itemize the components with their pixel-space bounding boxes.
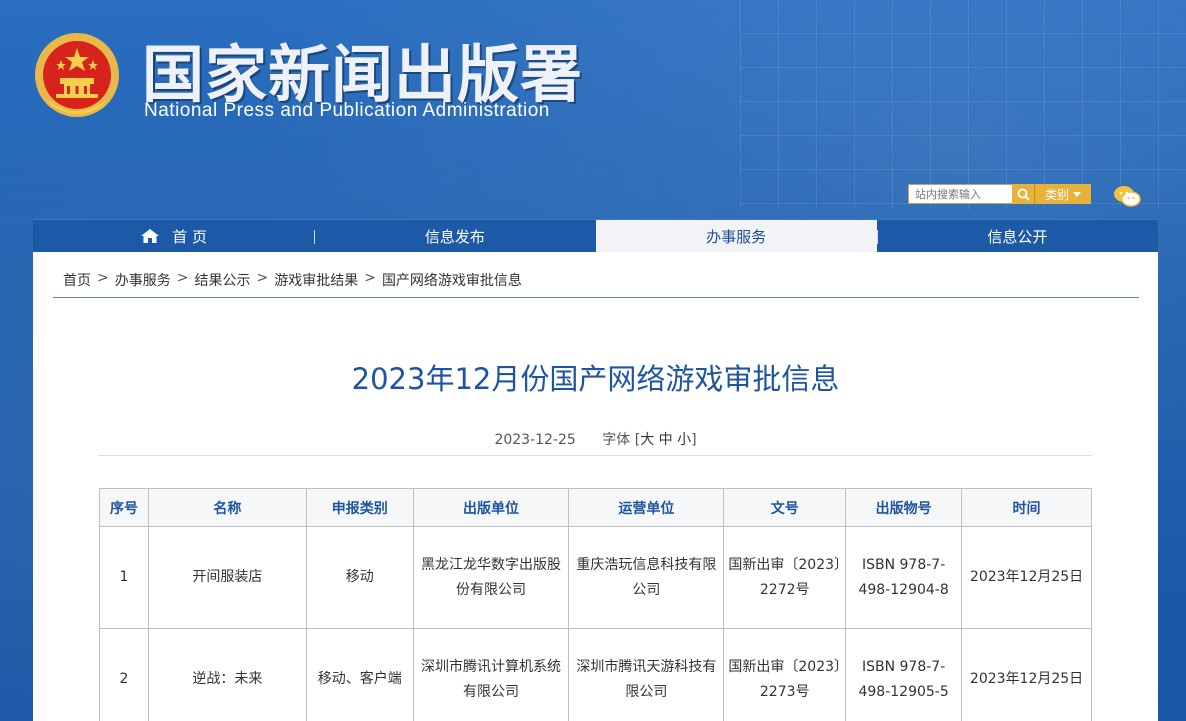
caret-down-icon	[1073, 191, 1081, 197]
column-header: 文号	[723, 488, 847, 527]
category-dropdown[interactable]: 类别	[1034, 184, 1091, 204]
table-cell: ISBN 978-7-498-12905-5	[845, 628, 963, 721]
search-input[interactable]	[908, 184, 1012, 204]
table-cell: 逆战：未来	[147, 628, 307, 721]
column-header: 申报类别	[305, 488, 414, 527]
nav-home-label: 首 页	[172, 227, 208, 246]
font-size-medium[interactable]: 中	[659, 432, 673, 448]
font-size-bracket: ]	[691, 432, 697, 448]
breadcrumb-game-approval[interactable]: 游戏审批结果	[274, 270, 358, 290]
table-cell: 1	[99, 526, 149, 629]
table-header-row: 序号 名称 申报类别 出版单位 运营单位 文号 出版物号 时间	[99, 488, 1092, 527]
category-label: 类别	[1044, 187, 1069, 202]
column-header: 运营单位	[568, 488, 725, 527]
approval-table: 序号 名称 申报类别 出版单位 运营单位 文号 出版物号 时间 1 开间服装店 …	[99, 488, 1092, 721]
table-cell: 2	[99, 628, 149, 721]
table-cell: 2023年12月25日	[961, 628, 1092, 721]
breadcrumb-separator: >	[256, 270, 269, 286]
site-subtitle: National Press and Publication Administr…	[144, 100, 550, 121]
font-size-label: 字体 [	[602, 432, 641, 448]
wechat-icon[interactable]	[1112, 184, 1142, 208]
main-content: 首页 > 办事服务 > 结果公示 > 游戏审批结果 > 国产网络游戏审批信息 2…	[33, 252, 1158, 721]
nav-home[interactable]: 首 页	[33, 220, 314, 252]
table-cell: 重庆浩玩信息科技有限公司	[568, 526, 725, 629]
breadcrumb-results[interactable]: 结果公示	[194, 270, 250, 290]
column-header: 出版单位	[412, 488, 570, 527]
table-cell: 国新出审〔2023〕2272号	[723, 526, 847, 629]
article-title: 2023年12月份国产网络游戏审批信息	[351, 362, 840, 396]
nav-info-release[interactable]: 信息发布	[314, 220, 595, 252]
nav-info-release-label: 信息发布	[424, 227, 485, 246]
site-search: 类别	[908, 184, 1091, 204]
table-cell: 移动、客户端	[305, 628, 414, 721]
nav-info-disclosure[interactable]: 信息公开	[876, 220, 1158, 252]
table-cell: 2023年12月25日	[961, 526, 1092, 629]
breadcrumb-home[interactable]: 首页	[63, 270, 91, 290]
breadcrumb-separator: >	[364, 270, 376, 286]
table-cell: 国新出审〔2023〕2273号	[723, 628, 847, 721]
table-cell: 移动	[305, 526, 414, 629]
breadcrumb-current[interactable]: 国产网络游戏审批信息	[382, 270, 522, 290]
column-header: 名称	[147, 488, 307, 527]
site-header: 国家新闻出版署 National Press and Publication A…	[0, 0, 1186, 220]
meta-divider	[99, 455, 1092, 456]
breadcrumb-divider	[53, 297, 1139, 298]
breadcrumb: 首页 > 办事服务 > 结果公示 > 游戏审批结果 > 国产网络游戏审批信息	[63, 270, 522, 290]
table-row: 1 开间服装店 移动 黑龙江龙华数字出版股份有限公司 重庆浩玩信息科技有限公司 …	[99, 526, 1092, 629]
breadcrumb-separator: >	[176, 270, 189, 286]
table-cell: 开间服装店	[147, 526, 307, 629]
breadcrumb-separator: >	[97, 270, 109, 286]
nav-services[interactable]: 办事服务	[595, 220, 877, 252]
national-emblem-icon[interactable]	[34, 30, 120, 120]
column-header: 出版物号	[845, 488, 963, 527]
search-button[interactable]	[1012, 184, 1034, 204]
home-icon	[141, 229, 160, 243]
font-size-large[interactable]: 大	[640, 432, 654, 448]
column-header: 序号	[99, 488, 149, 527]
article-date: 2023-12-25	[494, 432, 576, 448]
breadcrumb-services[interactable]: 办事服务	[115, 270, 171, 290]
main-nav: 首 页 信息发布 办事服务 信息公开	[33, 219, 1158, 252]
table-cell: 黑龙江龙华数字出版股份有限公司	[412, 526, 570, 629]
nav-services-label: 办事服务	[706, 227, 767, 246]
font-size-small[interactable]: 小	[677, 432, 691, 448]
search-icon	[1017, 188, 1030, 201]
article-meta: 2023-12-25 字体 [大 中 小]	[33, 429, 1158, 449]
table-cell: 深圳市腾讯天游科技有限公司	[568, 628, 725, 721]
nav-info-disclosure-label: 信息公开	[987, 227, 1048, 246]
column-header: 时间	[961, 488, 1092, 527]
table-row: 2 逆战：未来 移动、客户端 深圳市腾讯计算机系统有限公司 深圳市腾讯天游科技有…	[99, 628, 1092, 721]
table-cell: 深圳市腾讯计算机系统有限公司	[412, 628, 570, 721]
table-cell: ISBN 978-7-498-12904-8	[845, 526, 963, 629]
